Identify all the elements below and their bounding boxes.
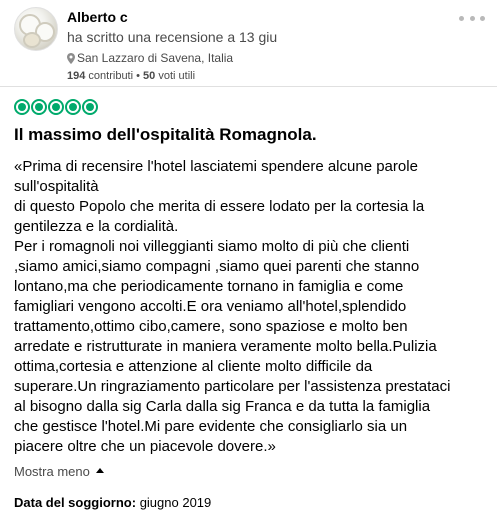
contributions-label: contributi: [88, 70, 134, 82]
helpful-votes-count: 50: [143, 70, 156, 82]
caret-up-icon: [95, 468, 104, 473]
rating-bubbles: [14, 99, 99, 115]
avatar-dish-shape: [23, 32, 41, 48]
reviewer-location: San Lazzaro di Savena, Italia: [67, 51, 233, 65]
rating-bubble-icon: [65, 99, 81, 115]
rating-bubble-icon: [48, 99, 64, 115]
contributions-count: 194: [67, 70, 86, 82]
show-less-button[interactable]: Mostra meno: [14, 464, 104, 479]
review-date-line: ha scritto una recensione a 13 giu: [67, 29, 278, 45]
review-header: Alberto c ha scritto una recensione a 13…: [14, 7, 485, 82]
rating-bubble-icon: [14, 99, 30, 115]
stay-date-label: Data del soggiorno:: [14, 495, 137, 510]
stay-date-value: giugno 2019: [139, 495, 212, 510]
helpful-votes-label: voti utili: [158, 70, 196, 82]
reviewer-name[interactable]: Alberto c: [67, 9, 128, 25]
review-title[interactable]: Il massimo dell'ospitalità Romagnola.: [14, 125, 317, 145]
location-text: San Lazzaro di Savena, Italia: [77, 51, 234, 65]
show-less-label: Mostra meno: [14, 464, 90, 479]
avatar[interactable]: [14, 7, 58, 51]
stats-separator: •: [136, 70, 140, 82]
pin-icon: [67, 52, 75, 64]
stay-date: Data del soggiorno: giugno 2019: [14, 495, 211, 510]
header-divider: [0, 86, 497, 87]
more-options-icon[interactable]: [459, 13, 485, 23]
dot: [459, 15, 464, 21]
rating-bubble-icon: [82, 99, 98, 115]
rating-bubble-icon: [31, 99, 47, 115]
dot: [469, 15, 475, 21]
reviewer-stats: 194 contributi • 50 voti utili: [67, 70, 195, 82]
review-body: «Prima di recensire l'hotel lasciatemi s…: [14, 158, 451, 455]
review-card: Alberto c ha scritto una recensione a 13…: [0, 0, 497, 524]
dot: [480, 15, 485, 21]
